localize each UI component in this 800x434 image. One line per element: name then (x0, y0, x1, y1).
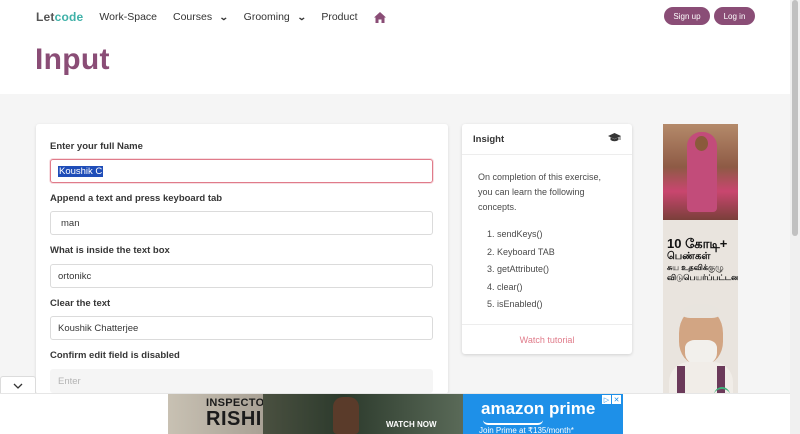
disabled-field-label: Confirm edit field is disabled (50, 350, 180, 361)
banner-offer: Join Prime at ₹135/month* (479, 426, 574, 434)
page-title: Input (35, 43, 110, 76)
list-item: 4. clear() (487, 281, 523, 292)
input-form-card: Enter your full Name Koushik C Append a … (36, 124, 448, 394)
ad-portrait-hair (683, 304, 719, 318)
adchoices-icon[interactable]: ▷ ✕ (601, 395, 621, 404)
append-text-label: Append a text and press keyboard tab (50, 193, 223, 204)
textbox-content-label: What is inside the text box (50, 245, 170, 256)
textbox-content-value: ortonikc (58, 270, 92, 282)
bottom-banner-ad[interactable]: INSPECTOR RISHI WATCH NOW amazon prime J… (168, 394, 623, 434)
banner-title-line2: RISHI (206, 408, 262, 430)
chevron-down-icon: ⌄ (296, 11, 307, 22)
insight-title: Insight (473, 133, 505, 145)
concept-list: 1. sendKeys() 2. Keyboard TAB 3. getAttr… (478, 226, 616, 314)
disabled-field-input: Enter (50, 369, 433, 393)
clear-text-label: Clear the text (50, 298, 111, 309)
insight-intro: On completion of this exercise, you can … (478, 172, 602, 212)
disabled-field-placeholder: Enter (58, 375, 81, 387)
page-header: Input (0, 34, 790, 94)
full-name-value: Koushik C (58, 165, 104, 177)
watch-tutorial-link[interactable]: Watch tutorial (462, 324, 632, 354)
home-icon[interactable] (373, 11, 386, 23)
list-item: 2. Keyboard TAB (487, 246, 555, 257)
banner-figure (333, 397, 359, 434)
clear-text-input[interactable]: Koushik Chatterjee (50, 316, 433, 340)
textbox-content-input[interactable]: ortonikc (50, 264, 433, 288)
ad-portrait-shawl (677, 366, 685, 394)
chevron-down-icon (13, 376, 23, 394)
append-text-input[interactable]: man (50, 211, 433, 235)
insight-card: Insight On completion of this exercise, … (462, 124, 632, 354)
chevron-down-icon: ⌄ (218, 11, 229, 22)
nav-item-courses[interactable]: Courses ⌄ (173, 11, 229, 23)
append-text-value: man (61, 217, 80, 229)
top-navbar: Letcode Work-Space Courses ⌄ Grooming ⌄ Pr… (0, 0, 790, 34)
banner-brand: amazon prime (481, 399, 596, 418)
login-button[interactable]: Log in (714, 7, 755, 25)
nav-item-product[interactable]: Product (321, 11, 357, 23)
scrollbar-thumb[interactable] (792, 0, 798, 236)
ad-text: 10 கோடி+ பெண்கள் சுய உதவிக்குழு விடுபெயர… (667, 236, 738, 282)
list-item: 5. isEnabled() (487, 299, 543, 309)
full-name-input[interactable]: Koushik C (50, 159, 433, 183)
list-item: 3. getAttribute() (487, 264, 550, 274)
clear-text-value: Koushik Chatterjee (58, 322, 139, 334)
ad-figure-face (695, 136, 708, 151)
nav-item-grooming[interactable]: Grooming ⌄ (244, 11, 307, 23)
signup-button[interactable]: Sign up (664, 7, 710, 25)
brand-logo[interactable]: Letcode (36, 10, 83, 24)
side-advertisement[interactable]: 10 கோடி+ பெண்கள் சுய உதவிக்குழு விடுபெயர… (663, 124, 738, 394)
graduation-cap-icon (608, 130, 621, 148)
list-item: 1. sendKeys() (487, 229, 543, 239)
banner-watch-now[interactable]: WATCH NOW (386, 420, 437, 429)
collapse-ad-button[interactable] (0, 376, 36, 393)
nav-item-workspace[interactable]: Work-Space (99, 11, 157, 23)
full-name-label: Enter your full Name (50, 141, 143, 152)
smile-logo-icon (483, 420, 543, 425)
